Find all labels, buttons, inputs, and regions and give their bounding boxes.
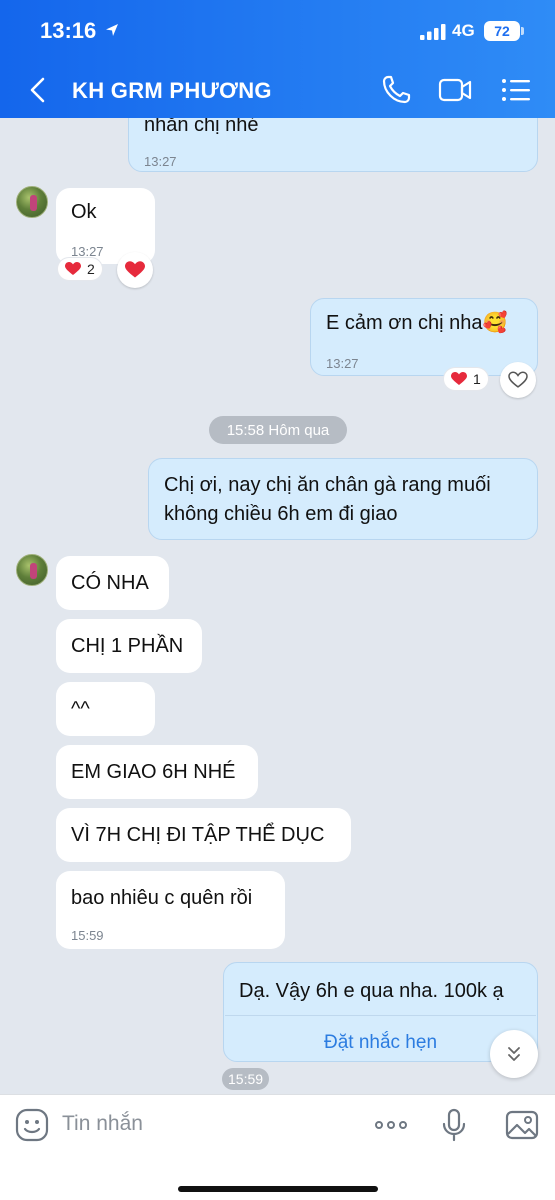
message-text: bao nhiêu c quên rồi (71, 887, 253, 909)
scroll-to-bottom-button[interactable] (490, 1030, 538, 1078)
chevron-double-down-icon (508, 1047, 520, 1061)
phone-icon[interactable] (378, 72, 414, 108)
heart-icon (451, 372, 467, 385)
message-bubble-incoming[interactable]: ^^ (56, 682, 155, 736)
reaction-summary[interactable]: 2 (58, 258, 102, 280)
reaction-count: 1 (473, 371, 481, 387)
message-bubble-incoming[interactable]: VÌ 7H CHỊ ĐI TẬP THỂ DỤC (56, 808, 351, 862)
date-divider: 15:58 Hôm qua (209, 416, 347, 444)
heart-icon (125, 261, 145, 278)
message-text: nhắn chị nhé (144, 118, 259, 136)
bubble-divider (225, 1015, 536, 1016)
heart-icon (65, 262, 81, 275)
message-text: E cảm ơn chị nha🥰 (326, 312, 508, 334)
message-input[interactable]: Tin nhắn (62, 1112, 143, 1136)
signal-icon (420, 24, 446, 40)
chat-header: 13:16 4G 72 KH GRM PHƯƠNG (0, 0, 555, 118)
battery-indicator: 72 (484, 21, 520, 41)
sticker-icon[interactable] (14, 1107, 50, 1143)
message-text: EM GIAO 6H NHÉ (71, 761, 236, 783)
video-icon[interactable] (437, 72, 473, 108)
message-bubble-outgoing[interactable]: Chị ơi, nay chị ăn chân gà rang muối khô… (148, 458, 538, 540)
image-icon[interactable] (504, 1107, 540, 1143)
back-icon[interactable] (24, 74, 54, 106)
message-text: Dạ. Vậy 6h e qua nha. 100k ạ (239, 980, 504, 1002)
microphone-icon[interactable] (436, 1107, 472, 1143)
message-bubble-outgoing[interactable]: E cảm ơn chị nha🥰 13:27 (310, 298, 538, 376)
message-text: VÌ 7H CHỊ ĐI TẬP THỂ DỤC (71, 824, 325, 846)
status-bar: 13:16 4G 72 (0, 0, 555, 62)
message-bubble-incoming[interactable]: EM GIAO 6H NHÉ (56, 745, 258, 799)
menu-icon[interactable] (498, 72, 534, 108)
message-time: 15:59 (71, 928, 104, 943)
message-text: CÓ NHA (71, 572, 149, 594)
message-time: 13:27 (144, 154, 177, 169)
message-time: 13:27 (326, 356, 359, 371)
reaction-button[interactable] (500, 362, 536, 398)
heart-outline-icon (508, 371, 528, 388)
message-text: ^^ (71, 698, 90, 720)
message-text: CHỊ 1 PHẦN (71, 635, 184, 657)
message-composer: Tin nhắn (0, 1094, 555, 1200)
home-indicator (178, 1186, 378, 1192)
reaction-summary[interactable]: 1 (444, 368, 488, 390)
chat-title[interactable]: KH GRM PHƯƠNG (72, 78, 272, 104)
reaction-button[interactable] (117, 252, 153, 288)
message-text-line1: Chị ơi, nay chị ăn chân gà rang muối (164, 474, 491, 496)
message-time-chip: 15:59 (222, 1068, 270, 1090)
message-text-line2: không chiều 6h em đi giao (164, 503, 398, 525)
message-text: Ok (71, 201, 97, 223)
reaction-count: 2 (87, 261, 95, 277)
more-icon[interactable] (373, 1107, 409, 1143)
battery-tip (521, 27, 524, 35)
message-bubble-incoming[interactable]: CÓ NHA (56, 556, 169, 610)
message-time: 15:59 (228, 1071, 264, 1087)
location-arrow-icon (106, 24, 118, 36)
avatar[interactable] (16, 186, 48, 218)
status-time: 13:16 (40, 18, 97, 43)
message-list[interactable]: nhắn chị nhé 13:27 Ok 13:27 2 E cảm ơn c… (0, 118, 555, 1094)
message-bubble-outgoing[interactable]: nhắn chị nhé 13:27 (128, 118, 538, 172)
network-type: 4G (452, 21, 475, 40)
date-divider-label: 15:58 Hôm qua (226, 421, 330, 439)
avatar[interactable] (16, 554, 48, 586)
message-bubble-incoming[interactable]: CHỊ 1 PHẦN (56, 619, 202, 673)
message-bubble-incoming[interactable]: bao nhiêu c quên rồi 15:59 (56, 871, 285, 949)
